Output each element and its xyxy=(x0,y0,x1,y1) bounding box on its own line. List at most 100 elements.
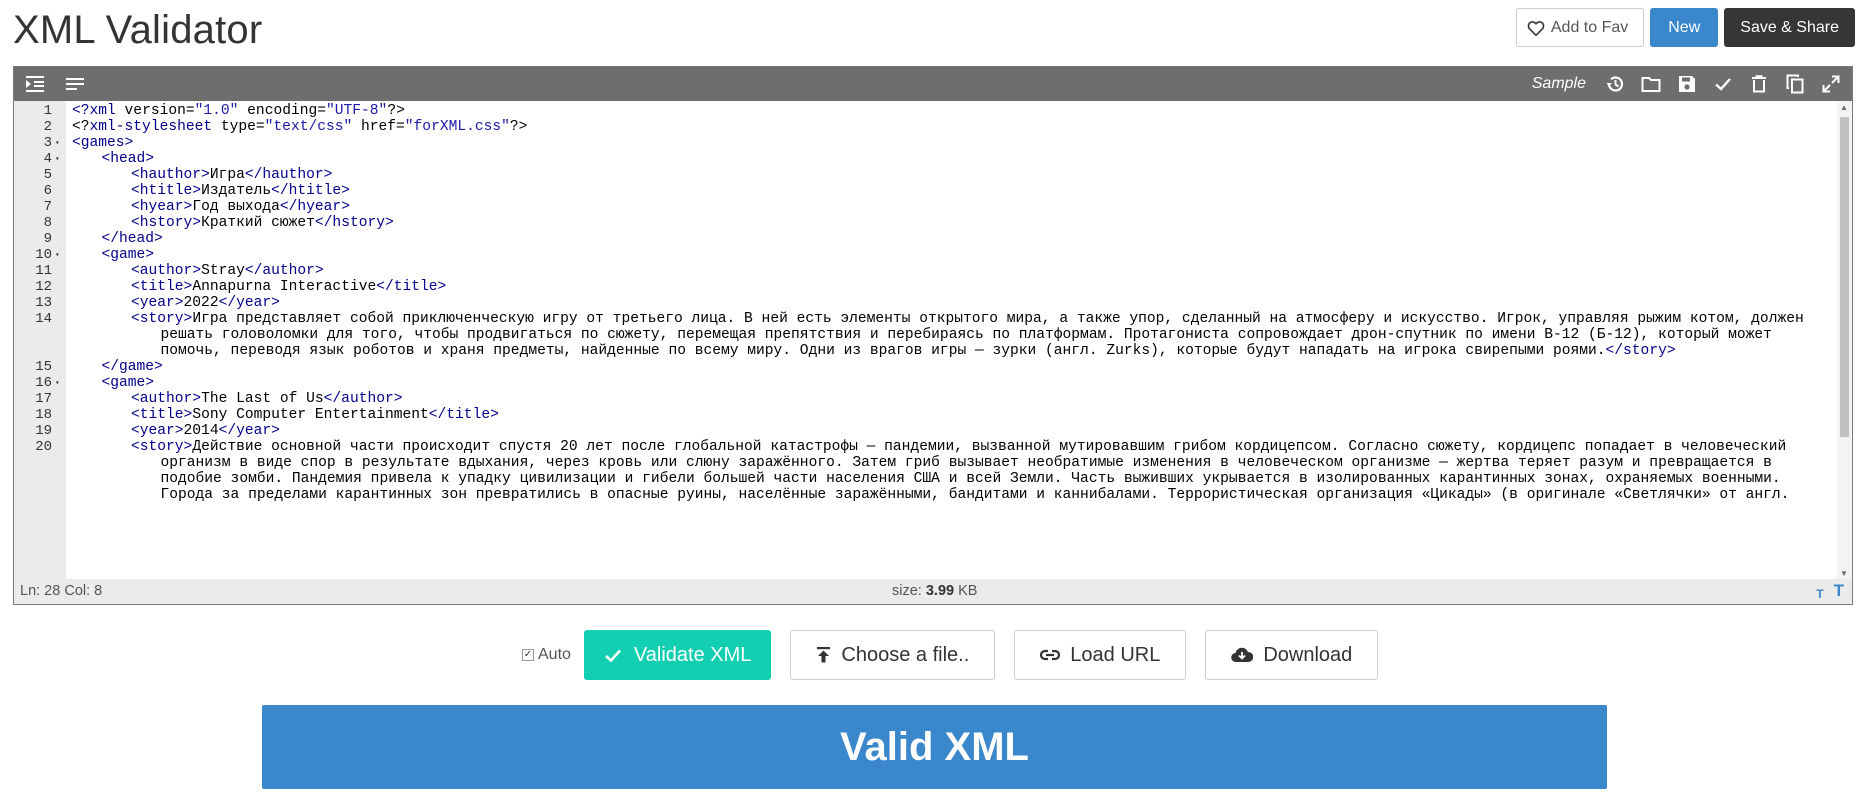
code-text: Sony Computer Entertainment xyxy=(192,407,429,423)
load-url-label: Load URL xyxy=(1070,643,1161,666)
code-text: Stray xyxy=(201,263,245,279)
indent-icon xyxy=(26,76,44,92)
code-token: <game> xyxy=(101,247,155,263)
scroll-up-arrow-icon[interactable]: ▲ xyxy=(1840,103,1848,112)
code-token: xml xyxy=(89,103,116,119)
choose-file-button[interactable]: Choose a file.. xyxy=(790,630,996,680)
code-text: 2014 xyxy=(183,423,219,439)
code-text: Игра xyxy=(209,167,245,183)
code-token: <htitle> xyxy=(131,183,202,199)
code-text: помочь, переводя язык роботов и храня пр… xyxy=(160,343,1606,359)
code-token: <author> xyxy=(131,263,202,279)
code-token: <story> xyxy=(131,311,193,327)
folder-icon xyxy=(1641,77,1661,92)
upload-icon xyxy=(817,647,831,663)
font-smaller-icon[interactable]: T xyxy=(1816,587,1823,601)
cursor-position: Ln: 28 Col: 8 xyxy=(20,583,103,599)
floppy-icon xyxy=(1679,76,1695,92)
code-area[interactable]: 1 <?xml version="1.0" encoding="UTF-8"?> 2… xyxy=(14,101,1838,580)
file-size-unit: KB xyxy=(958,583,978,599)
copy-button[interactable] xyxy=(1782,71,1808,97)
history-button[interactable] xyxy=(1602,71,1628,97)
code-text: Краткий сюжет xyxy=(201,215,315,231)
action-bar: ✓ Auto Validate XML Choose a file.. Load… xyxy=(522,630,1379,680)
add-to-fav-button[interactable]: Add to Fav xyxy=(1515,8,1645,47)
scroll-down-arrow-icon[interactable]: ▼ xyxy=(1840,569,1848,578)
link-icon xyxy=(1040,649,1061,661)
cloud-download-icon xyxy=(1231,647,1254,663)
code-token: "1.0" xyxy=(194,103,239,119)
font-size-controls: T T xyxy=(1816,581,1844,601)
code-text: Города за пределами карантинных зон прев… xyxy=(160,487,1790,503)
code-text: 2022 xyxy=(183,295,219,311)
new-button[interactable]: New xyxy=(1650,8,1719,47)
file-size: size: 3.99 KB xyxy=(892,583,977,599)
trash-icon xyxy=(1752,75,1766,93)
code-text: Год выхода xyxy=(192,199,280,215)
code-text: Игра представляет собой приключенческую … xyxy=(192,311,1804,327)
code-text: решать головоломки для того, чтобы продв… xyxy=(160,327,1772,343)
code-text: version= xyxy=(115,103,195,119)
code-token: <game> xyxy=(101,375,155,391)
code-token: </author> xyxy=(323,391,403,407)
save-file-button[interactable] xyxy=(1674,71,1700,97)
save-share-button[interactable]: Save & Share xyxy=(1724,8,1855,47)
fullscreen-button[interactable] xyxy=(1818,71,1844,97)
validation-result-banner: Valid XML xyxy=(262,705,1607,789)
code-token: <title> xyxy=(131,279,193,295)
xml-editor: Sample 1 <?xml version="1.0" encoding="U… xyxy=(13,66,1853,605)
file-size-value: 3.99 xyxy=(925,583,955,599)
auto-checkbox[interactable]: ✓ xyxy=(522,649,534,661)
format-indent-button[interactable] xyxy=(22,71,48,97)
page-title: XML Validator xyxy=(13,8,263,52)
code-text: <? xyxy=(72,119,90,135)
code-token: <title> xyxy=(131,407,193,423)
copy-icon xyxy=(1786,74,1804,94)
code-text: href= xyxy=(352,119,405,135)
code-token: </game> xyxy=(101,359,163,375)
code-token: </story> xyxy=(1605,343,1676,359)
code-text: encoding= xyxy=(238,103,326,119)
code-token: <head> xyxy=(101,151,155,167)
code-token: <games> xyxy=(72,135,134,151)
history-icon xyxy=(1606,76,1624,92)
editor-toolbar: Sample xyxy=(14,67,1852,101)
code-token: "forXML.css" xyxy=(404,119,510,135)
code-text: организм в виде спор в результате вдыхан… xyxy=(160,455,1772,471)
code-token: </year> xyxy=(218,423,280,439)
editor-scrollbar[interactable]: ▲ ▼ xyxy=(1837,101,1852,580)
font-larger-icon[interactable]: T xyxy=(1834,581,1844,601)
download-button[interactable]: Download xyxy=(1205,630,1379,680)
validate-check-button[interactable] xyxy=(1710,71,1736,97)
open-folder-button[interactable] xyxy=(1638,71,1664,97)
code-text: ?> xyxy=(387,103,405,119)
validate-xml-button[interactable]: Validate XML xyxy=(583,630,772,680)
code-content: Города за пределами карантинных зон прев… xyxy=(161,486,1790,505)
code-token: </htitle> xyxy=(271,183,350,199)
code-token: <hstory> xyxy=(131,215,202,231)
code-token: <story> xyxy=(131,439,193,455)
code-token: "text/css" xyxy=(264,119,353,135)
code-token: "UTF-8" xyxy=(326,103,388,119)
expand-icon xyxy=(1822,75,1840,93)
check-icon xyxy=(605,649,621,662)
lines-icon xyxy=(66,78,84,90)
code-token: </head> xyxy=(101,231,163,247)
minify-button[interactable] xyxy=(62,71,88,97)
code-text: The Last of Us xyxy=(201,391,324,407)
clear-button[interactable] xyxy=(1746,71,1772,97)
code-token: </hauthor> xyxy=(244,167,333,183)
code-text: ?> xyxy=(509,119,528,135)
code-token: <hyear> xyxy=(131,199,193,215)
auto-validate-toggle[interactable]: ✓ Auto xyxy=(522,646,571,664)
code-token: </hstory> xyxy=(314,215,394,231)
editor-statusbar: Ln: 28 Col: 8 size: 3.99 KB T T xyxy=(14,579,1852,604)
validate-xml-label: Validate XML xyxy=(633,643,752,666)
check-icon xyxy=(1715,78,1731,91)
code-token: </hyear> xyxy=(279,199,350,215)
sample-link[interactable]: Sample xyxy=(1532,75,1586,93)
code-token: <year> xyxy=(131,423,184,439)
scroll-thumb[interactable] xyxy=(1840,117,1849,437)
code-line: Города за пределами карантинных зон прев… xyxy=(14,486,1838,505)
load-url-button[interactable]: Load URL xyxy=(1014,630,1187,680)
